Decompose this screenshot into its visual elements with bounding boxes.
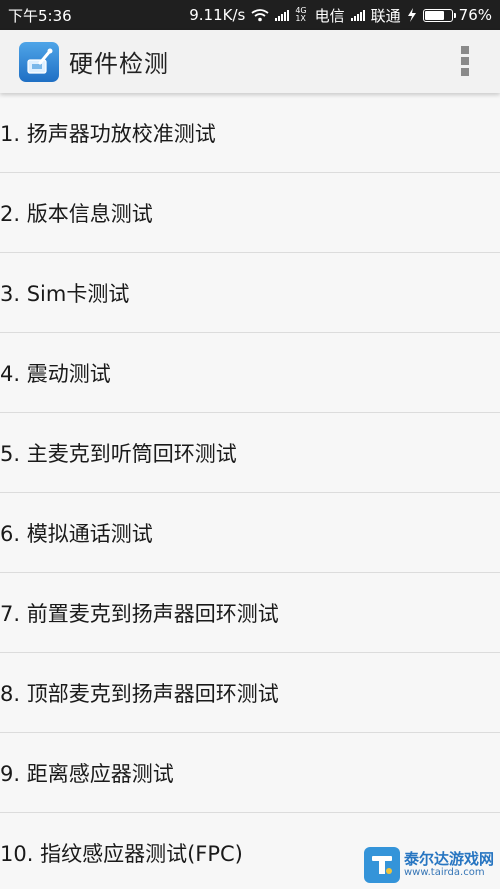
battery-percent: 76% — [458, 6, 492, 24]
list-item-simulated-call[interactable]: 6. 模拟通话测试 — [0, 493, 500, 573]
status-bar: 下午5:36 9.11K/s 4G 1X 电信 联通 76% — [0, 0, 500, 30]
list-item-label: 4. 震动测试 — [0, 361, 111, 386]
list-item-front-mic-speaker-loop[interactable]: 7. 前置麦克到扬声器回环测试 — [0, 573, 500, 653]
list-item-main-mic-receiver-loop[interactable]: 5. 主麦克到听筒回环测试 — [0, 413, 500, 493]
network-type-bottom: 1X — [295, 14, 306, 23]
overflow-menu-icon[interactable] — [460, 46, 470, 76]
list-item-label: 2. 版本信息测试 — [0, 201, 153, 226]
list-item-label: 1. 扬声器功放校准测试 — [0, 121, 216, 146]
test-list: 1. 扬声器功放校准测试 2. 版本信息测试 3. Sim卡测试 4. 震动测试… — [0, 93, 500, 889]
battery-icon — [422, 8, 456, 22]
watermark-logo-icon — [363, 847, 400, 883]
list-item-proximity-sensor[interactable]: 9. 距离感应器测试 — [0, 733, 500, 813]
watermark-name: 泰尔达游戏网 — [403, 849, 494, 868]
app-bar: 硬件检测 — [0, 30, 500, 93]
network-type: 4G 1X — [295, 7, 306, 23]
list-item-label: 9. 距离感应器测试 — [0, 761, 174, 786]
network-speed: 9.11K/s — [189, 6, 246, 24]
carrier-1: 电信 — [314, 6, 345, 25]
wifi-icon — [251, 8, 269, 22]
list-item-label: 6. 模拟通话测试 — [0, 521, 153, 546]
hardware-test-app-icon — [19, 41, 59, 82]
watermark: 泰尔达游戏网 www.tairda.com — [363, 847, 494, 883]
list-item-label: 8. 顶部麦克到扬声器回环测试 — [0, 681, 279, 706]
list-item-label: 3. Sim卡测试 — [0, 281, 130, 306]
signal-icon — [275, 9, 290, 21]
page-title: 硬件检测 — [69, 50, 169, 78]
list-item-speaker-calibration[interactable]: 1. 扬声器功放校准测试 — [0, 93, 500, 173]
list-item-top-mic-speaker-loop[interactable]: 8. 顶部麦克到扬声器回环测试 — [0, 653, 500, 733]
list-item-label: 5. 主麦克到听筒回环测试 — [0, 441, 237, 466]
list-item-label: 7. 前置麦克到扬声器回环测试 — [0, 601, 279, 626]
list-item-version-info[interactable]: 2. 版本信息测试 — [0, 173, 500, 253]
charging-icon — [407, 8, 417, 22]
list-item-sim-card[interactable]: 3. Sim卡测试 — [0, 253, 500, 333]
list-item-vibration[interactable]: 4. 震动测试 — [0, 333, 500, 413]
list-item-label: 10. 指纹感应器测试(FPC) — [0, 841, 243, 866]
status-time: 下午5:36 — [8, 6, 72, 25]
screen: 下午5:36 9.11K/s 4G 1X 电信 联通 76% 硬件检测 1. 扬… — [0, 0, 500, 889]
watermark-url: www.tairda.com — [403, 866, 485, 878]
battery-fill — [424, 10, 445, 20]
signal-icon-2 — [350, 9, 365, 21]
carrier-2: 联通 — [370, 6, 401, 25]
